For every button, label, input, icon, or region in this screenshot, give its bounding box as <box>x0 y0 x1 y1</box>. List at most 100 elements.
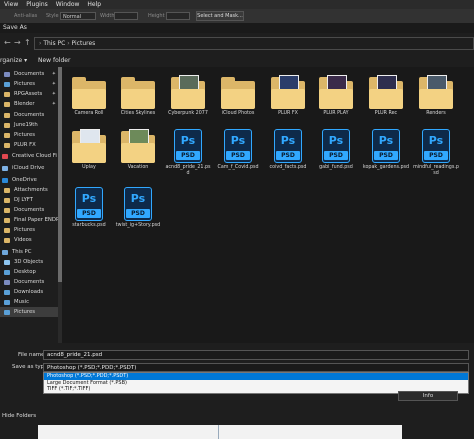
folder-item[interactable]: Cities Skylines <box>114 75 162 117</box>
menu-plugins[interactable]: Plugins <box>22 1 52 8</box>
file-name-label: PLUR FX <box>278 111 298 116</box>
breadcrumb-pictures[interactable]: Pictures <box>72 40 96 47</box>
folder-item[interactable]: Vacation <box>114 129 162 171</box>
menu-window[interactable]: Window <box>52 1 84 8</box>
sidebar-item-label: Pictures <box>14 227 35 233</box>
file-name-label: PLUR PLAY <box>323 111 349 116</box>
folder-icon <box>121 75 155 109</box>
sidebar-item[interactable]: Pictures <box>0 307 58 317</box>
folder-item[interactable]: PLUR Rec <box>362 75 410 117</box>
folder-item[interactable]: Renders <box>412 75 460 117</box>
command-toolbar: rganize ▾ New folder <box>0 55 474 67</box>
sidebar-item[interactable]: RPGAssets ✦ <box>0 89 58 99</box>
dialog-title: Save As <box>0 23 474 33</box>
folder-icon <box>4 197 10 203</box>
sidebar-item[interactable]: iCloud Drive <box>0 163 58 173</box>
psd-file-item[interactable]: Ps PSD twist_ig+Story.psd <box>114 187 162 229</box>
file-name-label: coivd_facts.psd <box>269 165 307 170</box>
folder-item[interactable]: iCloud Photos <box>214 75 262 117</box>
sidebar-item[interactable]: Downloads <box>0 287 58 297</box>
hide-folders-button[interactable]: Hide Folders <box>2 413 36 419</box>
folder-icon <box>4 112 10 118</box>
3d-objects-icon <box>4 259 10 265</box>
height-input[interactable] <box>166 12 190 20</box>
psd-file-item[interactable]: Ps PSD starbucks.psd <box>65 187 113 229</box>
menu-view[interactable]: View <box>0 1 22 8</box>
back-arrow-icon[interactable]: ← <box>4 38 11 47</box>
psd-file-item[interactable]: Ps PSD coivd_facts.psd <box>264 129 312 171</box>
psd-file-item[interactable]: Ps PSD Cam_f_Covid.psd <box>214 129 262 171</box>
anti-alias-label: Anti-alias <box>14 13 38 19</box>
new-folder-button[interactable]: New folder <box>38 57 70 64</box>
sidebar-item[interactable]: Videos <box>0 235 58 245</box>
sidebar-item-label: Creative Cloud Fi <box>12 153 57 159</box>
file-name-label: iCloud Photos <box>221 111 255 116</box>
sidebar-item-label: Desktop <box>14 269 36 275</box>
sidebar-item[interactable]: Final Paper ENDP <box>0 215 58 225</box>
file-name-label: Vacation <box>127 165 149 170</box>
up-arrow-icon[interactable]: ↑ <box>24 38 31 47</box>
sidebar-item[interactable]: This PC <box>0 247 58 257</box>
folder-item[interactable]: Uplay <box>65 129 113 171</box>
save-type-select[interactable]: Photoshop (*.PSD;*.PDD;*.PSDT) <box>43 363 469 372</box>
sidebar-item-label: Documents <box>14 207 45 213</box>
folder-icon <box>4 142 10 148</box>
file-name-label: Cyberpunk 2077 <box>168 111 208 116</box>
folder-icon <box>4 101 10 107</box>
sidebar-item[interactable]: Documents <box>0 205 58 215</box>
sidebar-item[interactable]: Music <box>0 297 58 307</box>
sidebar-item[interactable]: Documents <box>0 277 58 287</box>
sidebar-item-label: Videos <box>14 237 32 243</box>
sidebar-item[interactable]: Pictures <box>0 130 58 140</box>
folder-icon <box>72 129 106 163</box>
file-name-label: starbucks.psd <box>72 223 106 228</box>
sidebar-item[interactable]: Attachments <box>0 185 58 195</box>
folder-icon <box>4 237 10 243</box>
psd-file-icon: Ps PSD <box>322 129 350 163</box>
sidebar-item[interactable]: DJ LYFT <box>0 195 58 205</box>
breadcrumb-this-pc[interactable]: This PC <box>43 40 65 47</box>
forward-arrow-icon[interactable]: → <box>14 38 21 47</box>
sidebar-item-label: 3D Objects <box>14 259 44 265</box>
psd-file-item[interactable]: Ps PSD gabi_fund.psd <box>312 129 360 171</box>
downloads-icon <box>4 289 10 295</box>
folder-icon <box>319 75 353 109</box>
style-select[interactable]: Normal <box>60 12 96 20</box>
desktop-icon <box>4 269 10 275</box>
navigation-bar: ← → ↑ › This PC › Pictures <box>0 35 474 53</box>
sidebar-item[interactable]: Documents <box>0 110 58 120</box>
psd-file-item[interactable]: Ps PSD kopak_gardens.psd <box>362 129 410 171</box>
sidebar-item[interactable]: Pictures ✦ <box>0 79 58 89</box>
sidebar-item[interactable]: Blender ✦ <box>0 99 58 109</box>
sidebar-item[interactable]: Pictures <box>0 225 58 235</box>
psd-file-item[interactable]: Ps PSD mindful_readings.psd <box>412 129 460 177</box>
folder-item[interactable]: Camera Roll <box>65 75 113 117</box>
file-name-input[interactable]: acnd8_pride_21.psd <box>43 350 469 360</box>
folder-icon <box>4 227 10 233</box>
sidebar-item[interactable]: Documents ✦ <box>0 69 58 79</box>
folder-item[interactable]: PLUR FX <box>264 75 312 117</box>
info-button[interactable]: Info <box>398 391 458 401</box>
width-input[interactable] <box>114 12 138 20</box>
sidebar-item-label: iCloud Drive <box>12 165 45 171</box>
psd-file-item[interactable]: Ps PSD acnd8_pride_21.psd <box>164 129 212 177</box>
folder-icon <box>171 75 205 109</box>
sidebar-item[interactable]: Desktop <box>0 267 58 277</box>
sidebar-item[interactable]: PLUR FX <box>0 140 58 150</box>
pin-icon: ✦ <box>51 91 56 97</box>
sidebar-item[interactable]: 3D Objects <box>0 257 58 267</box>
folder-item[interactable]: Cyberpunk 2077 <box>164 75 212 117</box>
sidebar-item[interactable]: Creative Cloud Fi <box>0 151 58 161</box>
file-name-label: Renders <box>426 111 446 116</box>
onedrive-icon <box>2 177 8 183</box>
sidebar-item[interactable]: OneDrive <box>0 175 58 185</box>
psd-file-icon: Ps PSD <box>75 187 103 221</box>
sidebar-item[interactable]: June19th <box>0 120 58 130</box>
organize-button[interactable]: rganize ▾ <box>0 57 27 64</box>
folder-item[interactable]: PLUR PLAY <box>312 75 360 117</box>
folder-icon <box>419 75 453 109</box>
address-bar[interactable]: › This PC › Pictures <box>34 37 474 50</box>
select-and-mask-button[interactable]: Select and Mask... <box>196 11 244 21</box>
file-name-label: kopak_gardens.psd <box>362 165 410 170</box>
menu-help[interactable]: Help <box>83 1 105 8</box>
